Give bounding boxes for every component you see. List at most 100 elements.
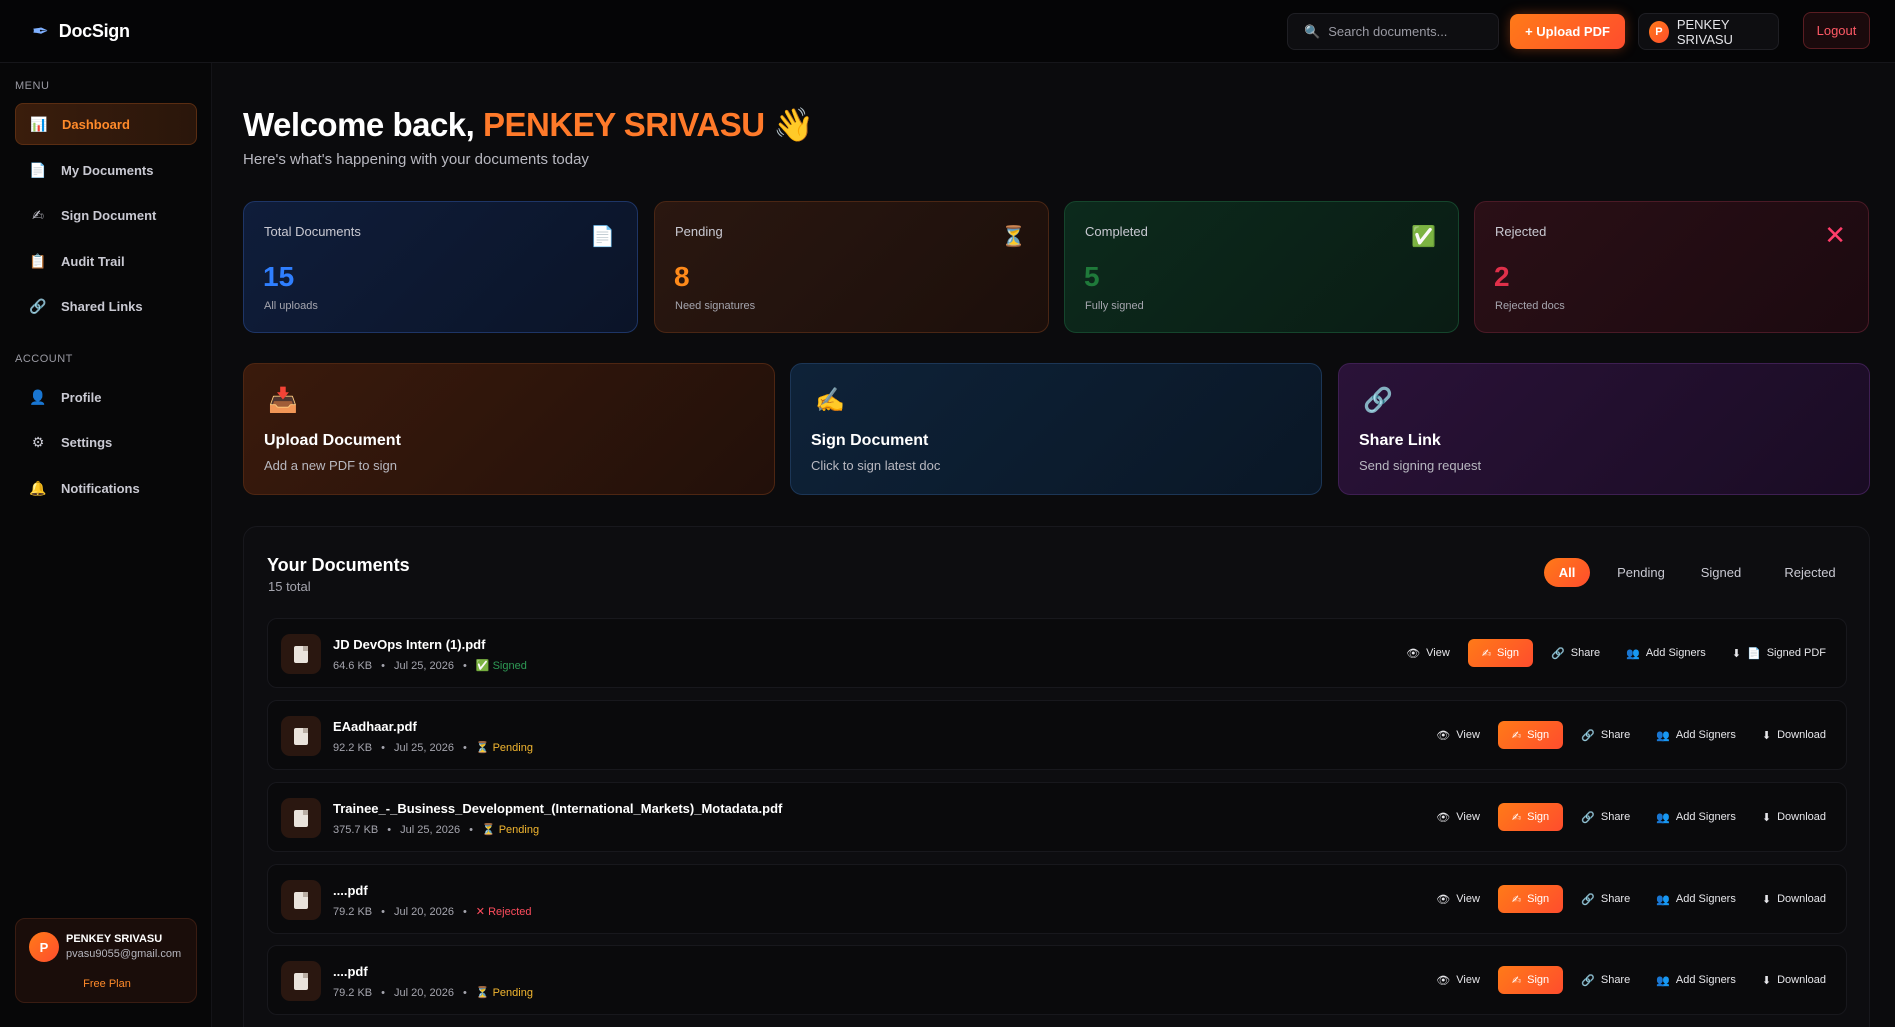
sign-button[interactable]: ✍ Sign — [1497, 721, 1564, 749]
sign-label: Sign — [1527, 729, 1550, 741]
add-signers-label: Add Signers — [1645, 647, 1706, 659]
download-icon: ⬇ — [1761, 811, 1772, 824]
sidebar-item-label: Shared Links — [61, 298, 143, 314]
download-button[interactable]: ⬇ Download — [1754, 885, 1834, 913]
filter-signed[interactable]: Signed — [1691, 558, 1751, 587]
logout-button[interactable]: Logout — [1803, 12, 1870, 49]
view-button[interactable]: 👁 View — [1428, 885, 1488, 913]
view-button[interactable]: 👁 View — [1428, 803, 1488, 831]
search-box[interactable]: 🔍 — [1287, 13, 1499, 50]
filter-all[interactable]: All — [1544, 558, 1590, 587]
plan-badge: Free Plan — [83, 978, 131, 990]
filter-pending[interactable]: Pending — [1607, 558, 1675, 587]
stat-card-total: Total Documents 📄 15 All uploads — [243, 201, 638, 333]
add-signers-button[interactable]: 👥 Add Signers — [1648, 721, 1744, 749]
download-button[interactable]: ⬇ Download — [1754, 803, 1834, 831]
sidebar-item-label: Audit Trail — [61, 253, 125, 269]
upload-document-card[interactable]: 📥 Upload Document Add a new PDF to sign — [243, 363, 775, 495]
separator: • — [381, 741, 385, 754]
add-signers-label: Add Signers — [1675, 893, 1736, 905]
action-subtitle: Add a new PDF to sign — [264, 458, 397, 473]
welcome-prefix: Welcome back, — [243, 106, 475, 143]
status-badge: ⏳ Pending — [476, 986, 533, 999]
document-date: Jul 25, 2026 — [394, 659, 454, 672]
sidebar-item-sign-document[interactable]: ✍ Sign Document — [15, 194, 197, 236]
download-label: Download — [1777, 893, 1826, 905]
document-icon: 📄 — [1746, 647, 1761, 660]
stat-sub: Rejected docs — [1495, 300, 1565, 312]
document-meta: 64.6 KB • Jul 25, 2026 • ✅ Signed — [333, 659, 527, 673]
download-label: Download — [1777, 811, 1826, 823]
action-title: Upload Document — [264, 432, 401, 449]
add-signers-label: Add Signers — [1675, 811, 1736, 823]
share-link-card[interactable]: 🔗 Share Link Send signing request — [1338, 363, 1870, 495]
separator: • — [381, 986, 385, 999]
sidebar-item-settings[interactable]: ⚙ Settings — [15, 421, 197, 463]
sidebar-item-my-documents[interactable]: 📄 My Documents — [15, 149, 197, 191]
user-menu[interactable]: P PENKEY SRIVASU — [1638, 13, 1779, 50]
document-name: ....pdf — [333, 964, 368, 979]
view-button[interactable]: 👁 View — [1398, 639, 1458, 667]
table-row: ....pdf 79.2 KB • Jul 20, 2026 • ✕ Rejec… — [267, 864, 1847, 934]
writing-hand-icon: ✍ — [1511, 974, 1522, 987]
sidebar-item-dashboard[interactable]: 📊 Dashboard — [15, 103, 197, 145]
user-name: PENKEY SRIVASU — [1676, 16, 1733, 47]
download-button[interactable]: ⬇ Download — [1754, 966, 1834, 994]
writing-hand-icon: ✍️ — [815, 387, 845, 414]
share-button[interactable]: 🔗 Share — [1573, 721, 1638, 749]
users-icon: 👥 — [1656, 974, 1670, 987]
app-logo[interactable]: ✒ DocSign — [32, 19, 130, 44]
search-icon: 🔍 — [1304, 23, 1321, 39]
add-signers-button[interactable]: 👥 Add Signers — [1648, 803, 1744, 831]
share-button[interactable]: 🔗 Share — [1573, 966, 1638, 994]
hourglass-icon: ⏳ — [1001, 226, 1026, 248]
document-icon: 📄 — [29, 161, 47, 178]
document-meta: 79.2 KB • Jul 20, 2026 • ✕ Rejected — [333, 905, 532, 919]
sign-button[interactable]: ✍ Sign — [1467, 639, 1534, 667]
table-row: JD DevOps Intern (1).pdf 64.6 KB • Jul 2… — [267, 618, 1847, 688]
view-label: View — [1456, 811, 1480, 823]
sign-document-card[interactable]: ✍️ Sign Document Click to sign latest do… — [790, 363, 1322, 495]
action-subtitle: Click to sign latest doc — [811, 458, 941, 473]
document-size: 92.2 KB — [333, 741, 373, 754]
separator: • — [387, 823, 392, 836]
status-text: Signed — [492, 660, 527, 672]
signed-pdf-button[interactable]: ⬇ 📄 Signed PDF — [1724, 639, 1834, 667]
sidebar-item-profile[interactable]: 👤 Profile — [15, 376, 197, 418]
separator: • — [381, 659, 385, 672]
upload-pdf-button[interactable]: + Upload PDF — [1510, 14, 1625, 49]
documents-count: 15 total — [268, 579, 311, 594]
row-actions: 👁 View ✍ Sign 🔗 Share 👥 Add Signers ⬇ Downloa… — [1428, 803, 1834, 831]
eye-icon: 👁 — [1436, 893, 1451, 906]
filter-rejected[interactable]: Rejected — [1774, 558, 1846, 587]
download-button[interactable]: ⬇ Download — [1754, 721, 1834, 749]
download-icon: ⬇ — [1761, 974, 1772, 987]
add-signers-button[interactable]: 👥 Add Signers — [1648, 885, 1744, 913]
sidebar-item-audit-trail[interactable]: 📋 Audit Trail — [15, 240, 197, 282]
sign-button[interactable]: ✍ Sign — [1497, 966, 1564, 994]
eye-icon: 👁 — [1436, 729, 1451, 742]
search-input[interactable] — [1328, 24, 1489, 39]
share-button[interactable]: 🔗 Share — [1573, 803, 1638, 831]
file-icon — [281, 961, 321, 1001]
stat-sub: Fully signed — [1085, 300, 1144, 312]
user-card[interactable]: P PENKEY SRIVASU pvasu9055@gmail.com Fre… — [15, 918, 197, 1003]
sidebar-item-notifications[interactable]: 🔔 Notifications — [15, 467, 197, 509]
document-icon: 📄 — [590, 226, 615, 248]
user-card-name: PENKEY SRIVASU — [66, 933, 163, 945]
add-signers-button[interactable]: 👥 Add Signers — [1618, 639, 1714, 667]
table-row: Trainee_-_Business_Development_(Internat… — [267, 782, 1847, 852]
page-subtitle: Here's what's happening with your docume… — [243, 151, 589, 168]
stat-card-completed: Completed ✅ 5 Fully signed — [1064, 201, 1459, 333]
share-label: Share — [1600, 974, 1631, 986]
file-icon — [281, 880, 321, 920]
view-button[interactable]: 👁 View — [1428, 966, 1488, 994]
sign-button[interactable]: ✍ Sign — [1497, 803, 1564, 831]
hourglass-icon: ⏳ — [475, 742, 490, 754]
add-signers-button[interactable]: 👥 Add Signers — [1648, 966, 1744, 994]
sidebar-item-shared-links[interactable]: 🔗 Shared Links — [15, 285, 197, 327]
share-button[interactable]: 🔗 Share — [1543, 639, 1608, 667]
view-button[interactable]: 👁 View — [1428, 721, 1488, 749]
sign-button[interactable]: ✍ Sign — [1497, 885, 1564, 913]
share-button[interactable]: 🔗 Share — [1573, 885, 1638, 913]
